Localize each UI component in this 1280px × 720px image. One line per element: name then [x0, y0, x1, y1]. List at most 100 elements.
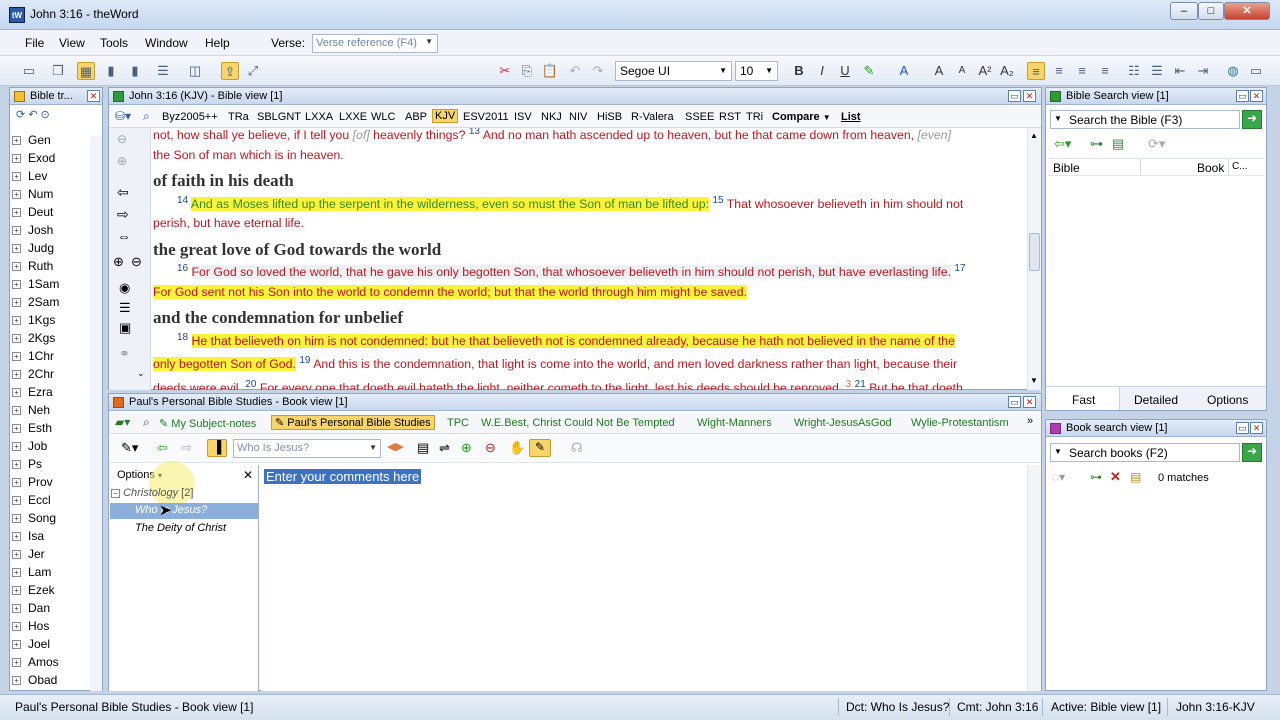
book-item[interactable]: + Job — [12, 439, 47, 453]
expand-icon[interactable]: + — [12, 496, 21, 506]
layout-menu-icon[interactable]: ☰ — [154, 62, 172, 80]
zoom-out-icon[interactable]: ⊖ — [131, 254, 142, 270]
scroll-thumb[interactable] — [1029, 233, 1040, 271]
numbered-list-icon[interactable]: ☷ — [1125, 62, 1143, 80]
back-icon[interactable]: ⇦▾ — [1054, 136, 1071, 152]
tab-kjv[interactable]: KJV — [432, 109, 459, 123]
tab-lxxa[interactable]: LXXA — [305, 111, 333, 123]
expand-icon[interactable]: + — [12, 136, 21, 146]
paste-icon[interactable]: 📋 — [541, 62, 559, 80]
expand-icon[interactable]: + — [12, 190, 21, 200]
expand-icon[interactable]: + — [12, 460, 21, 470]
globe-icon[interactable]: ◍ — [1224, 62, 1242, 80]
expand-icon[interactable]: + — [12, 550, 21, 560]
forward-icon[interactable]: ⊕ — [117, 154, 127, 168]
book-item[interactable]: + Eccl — [12, 493, 51, 507]
expand-icon[interactable]: + — [12, 532, 21, 542]
expand-icon[interactable]: + — [12, 478, 21, 488]
tab-we-best[interactable]: W.E.Best, Christ Could Not Be Tempted — [481, 417, 675, 429]
book-scrollbar[interactable] — [1027, 465, 1041, 691]
book-item[interactable]: + Josh — [12, 223, 53, 237]
compare-button[interactable]: Compare ▼ — [772, 111, 831, 123]
maximize-panel-icon[interactable]: ▭ — [1236, 422, 1249, 434]
outdent-icon[interactable]: ⇤ — [1171, 62, 1189, 80]
col-c[interactable]: C... — [1232, 161, 1248, 172]
topic-select[interactable]: Who Is Jesus? ▼ — [233, 439, 381, 458]
expand-icon[interactable]: + — [12, 658, 21, 668]
back-icon[interactable]: ⇦ — [157, 440, 168, 456]
font-color-icon[interactable]: A — [895, 62, 913, 80]
tree-icon[interactable]: ⊶ — [1090, 470, 1102, 484]
search-icon[interactable]: ⌕ — [143, 109, 150, 124]
menu-tools[interactable]: Tools — [100, 36, 128, 50]
book-item[interactable]: + Ps — [12, 457, 42, 471]
book-item[interactable]: + Neh — [12, 403, 50, 417]
verse-number-13[interactable]: 13 — [469, 128, 480, 137]
tab-isv[interactable]: ISV — [514, 111, 532, 123]
clipboard-icon[interactable]: ▣ — [119, 320, 131, 336]
list-button[interactable]: List — [841, 111, 861, 123]
book-item[interactable]: + Lev — [12, 169, 47, 183]
book-item[interactable]: + Esth — [12, 421, 52, 435]
book-item[interactable]: + Gen — [12, 133, 51, 147]
menu-view[interactable]: View — [59, 36, 85, 50]
book-item[interactable]: + Obad — [12, 673, 57, 687]
verse-number-17[interactable]: 17 — [954, 263, 965, 274]
font-family-select[interactable]: Segoe UI ▼ — [615, 61, 732, 81]
redo-icon[interactable]: ↷ — [589, 62, 607, 80]
highlight-pen-icon[interactable]: ✎ — [529, 439, 551, 457]
book-item[interactable]: + Jer — [12, 547, 45, 561]
book-item[interactable]: +2Chr — [12, 367, 54, 381]
prev-chapter-icon[interactable]: ⇦ — [117, 184, 129, 201]
tab-abp[interactable]: ABP — [405, 111, 427, 123]
book-item[interactable]: + Judg — [12, 241, 54, 255]
tab-wlc[interactable]: WLC — [371, 111, 395, 123]
expand-icon[interactable]: + — [12, 406, 21, 416]
indent-icon[interactable]: ⇥ — [1194, 62, 1212, 80]
link-icon[interactable]: ⚭ — [119, 346, 130, 362]
grow-font-button[interactable]: A — [930, 62, 948, 80]
options-icon[interactable]: ◌▾ — [1052, 470, 1065, 484]
verse-number-14[interactable]: 14 — [177, 195, 188, 206]
expand-icon[interactable]: + — [12, 172, 21, 182]
close-icon[interactable]: ✕ — [1023, 396, 1036, 408]
scroll-up-icon[interactable]: ▲ — [1030, 131, 1038, 140]
topic-deity-of-christ[interactable]: The Deity of Christ — [135, 522, 226, 534]
book-green-icon[interactable]: ▮ — [102, 62, 120, 80]
editor-placeholder[interactable]: Enter your comments here — [264, 469, 422, 484]
zoom-in-icon[interactable]: ⊕ — [113, 254, 124, 270]
tab-tpc[interactable]: TPC — [447, 417, 469, 429]
align-center-icon[interactable]: ≡ — [1050, 62, 1068, 80]
expand-icon[interactable]: + — [12, 676, 21, 686]
book-search-input[interactable]: ▼ Search books (F2) — [1050, 443, 1240, 462]
tab-detailed[interactable]: Detailed — [1134, 393, 1178, 407]
forward-icon[interactable]: ⇨ — [181, 440, 192, 456]
align-left-icon[interactable]: ≡ — [1027, 62, 1045, 80]
tab-pauls-personal-bible-studies[interactable]: ✎ Paul's Personal Bible Studies — [271, 415, 435, 430]
eye-icon[interactable]: ◉ — [119, 280, 130, 296]
back-icon[interactable]: ⊖ — [117, 132, 127, 146]
menu-file[interactable]: File — [25, 36, 44, 50]
book-item[interactable]: + Joel — [12, 637, 50, 651]
book-item[interactable]: +2Kgs — [12, 331, 55, 345]
lock-icon[interactable]: ☊ — [571, 440, 583, 456]
book-item[interactable]: + Ruth — [12, 259, 53, 273]
cut-icon[interactable]: ✂ — [496, 62, 514, 80]
tree-scrollbar[interactable] — [90, 136, 102, 691]
screen-icon[interactable]: ▭ — [1247, 62, 1265, 80]
zoom-in-icon[interactable]: ⊕ — [461, 440, 472, 456]
verse-number-21[interactable]: 21 — [855, 379, 866, 390]
expand-icon[interactable]: + — [12, 334, 21, 344]
expand-icon[interactable]: + — [12, 568, 21, 578]
books-icon[interactable]: ▤ — [1130, 470, 1141, 484]
sync-up-icon[interactable]: ⇪ — [221, 62, 239, 80]
expand-icon[interactable]: + — [12, 352, 21, 362]
tab-ssee[interactable]: SSEE — [685, 111, 714, 123]
tab-byz2005[interactable]: Byz2005++ — [162, 111, 218, 123]
toc-icon[interactable]: ▐ — [207, 439, 227, 457]
more-tabs-icon[interactable]: » — [1027, 415, 1033, 427]
clear-icon[interactable]: ✕ — [1110, 469, 1121, 485]
expand-icon[interactable]: + — [12, 388, 21, 398]
tab-wight-manners[interactable]: Wight-Manners — [697, 417, 772, 429]
bible-search-input[interactable]: ▼ Search the Bible (F3) — [1050, 110, 1240, 129]
